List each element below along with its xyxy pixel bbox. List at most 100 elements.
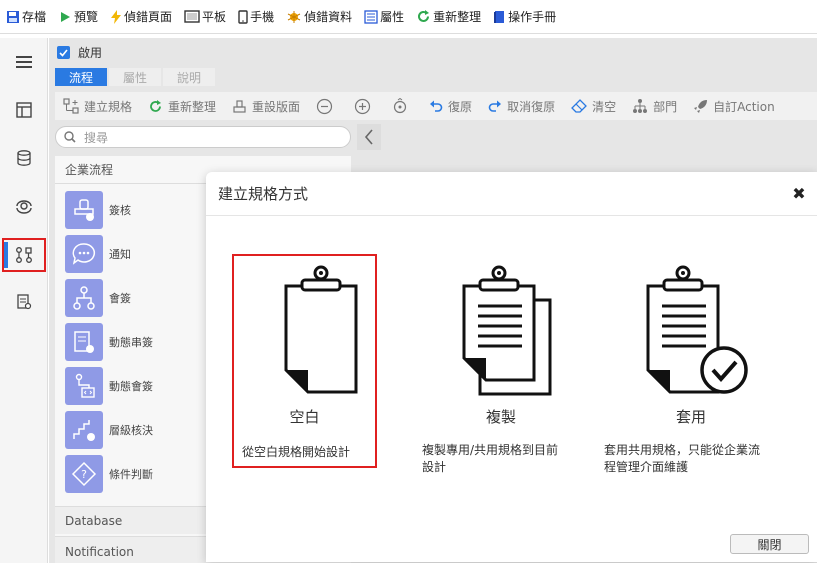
- reset-layout-label: 重設版面: [252, 99, 301, 114]
- flow-icon: [16, 247, 32, 263]
- undo-button[interactable]: 復原: [429, 98, 472, 115]
- search-icon: [64, 131, 76, 143]
- properties-button[interactable]: 屬性: [364, 8, 404, 25]
- option-blank-title: 空白: [289, 408, 320, 426]
- option-copy-desc-line: 設計: [422, 460, 447, 474]
- properties-icon: [364, 9, 378, 24]
- tab-help[interactable]: 說明: [163, 68, 215, 86]
- rail-menu-button[interactable]: [0, 42, 48, 82]
- rail-report-button[interactable]: [0, 282, 48, 322]
- department-label: 部門: [653, 99, 678, 114]
- department-button[interactable]: 部門: [632, 98, 677, 115]
- palette-item-notify[interactable]: 通知: [65, 234, 131, 274]
- clear-label: 清空: [592, 99, 617, 114]
- rail-layout-button[interactable]: [0, 90, 48, 130]
- debug-data-button[interactable]: 偵錯資料: [286, 8, 352, 25]
- left-rail: [0, 38, 48, 563]
- rail-eye-button[interactable]: [0, 186, 48, 226]
- palette-item-label: 通知: [109, 248, 131, 261]
- zoom-in-button[interactable]: [354, 98, 376, 115]
- manual-label: 操作手冊: [508, 10, 557, 24]
- option-copy-desc-line: 複製專用/共用規格到目前: [422, 443, 559, 457]
- option-apply-desc-line: 套用共用規格，只能從企業流: [604, 443, 761, 457]
- refresh-icon: [418, 10, 430, 22]
- play-icon: [61, 11, 71, 22]
- option-copy-title: 複製: [485, 408, 516, 426]
- debug-page-button[interactable]: 偵錯頁面: [110, 8, 172, 25]
- palette-item-approve[interactable]: 簽核: [65, 190, 131, 230]
- clear-button[interactable]: 清空: [571, 98, 616, 115]
- menu-icon: [16, 56, 32, 68]
- phone-button[interactable]: 手機: [238, 8, 274, 25]
- bug-icon: [287, 10, 301, 23]
- blank-clipboard-icon[interactable]: [278, 264, 364, 396]
- debug-page-label: 偵錯頁面: [124, 10, 173, 24]
- palette-item-label: 層級核決: [109, 424, 153, 437]
- create-spec-icon: [63, 98, 79, 114]
- manual-button[interactable]: 操作手冊: [493, 8, 556, 25]
- save-button[interactable]: 存檔: [6, 8, 46, 25]
- close-icon[interactable]: ✖: [791, 184, 807, 203]
- option-blank-desc-line: 從空白規格開始設計: [242, 445, 351, 459]
- zoom-out-button[interactable]: [316, 98, 338, 115]
- custom-action-label: 自訂Action: [713, 99, 775, 114]
- create-spec-dialog: 建立規格方式 ✖ 空白 從空白規格開始設計 複製 複製專用/共用規格到目前設計: [206, 172, 817, 562]
- enable-label: 啟用: [78, 46, 103, 60]
- tablet-icon: [184, 10, 200, 23]
- tab-properties[interactable]: 屬性: [109, 68, 161, 86]
- eye-icon: [16, 200, 32, 214]
- properties-label: 屬性: [380, 10, 405, 24]
- option-blank-desc: 從空白規格開始設計: [242, 444, 377, 461]
- option-apply-desc: 套用共用規格，只能從企業流 程管理介面維護: [604, 442, 794, 476]
- tablet-button[interactable]: 平板: [184, 8, 226, 25]
- zoom-out-icon: [316, 98, 333, 114]
- create-spec-label: 建立規格: [84, 99, 133, 114]
- option-apply-desc-line: 程管理介面維護: [604, 460, 689, 474]
- chevron-left-icon: [364, 129, 373, 145]
- palette-group-title: Notification: [65, 545, 134, 559]
- palette-item-label: 簽核: [109, 204, 131, 217]
- redo-button[interactable]: 取消復原: [488, 98, 555, 115]
- enable-checkbox[interactable]: [57, 46, 70, 59]
- document-flow-icon: [65, 323, 103, 361]
- reset-layout-button[interactable]: 重設版面: [232, 98, 300, 115]
- palette-item-level-approval[interactable]: 層級核決: [65, 410, 153, 450]
- palette-item-dynamic-serial[interactable]: 動態串簽: [65, 322, 153, 362]
- refresh-button[interactable]: 重新整理: [416, 8, 481, 25]
- reset-layout-icon: [233, 99, 246, 113]
- custom-action-button[interactable]: 自訂Action: [693, 98, 775, 115]
- palette-item-dynamic-cosign[interactable]: 動態會簽: [65, 366, 153, 406]
- designer-tabs: 流程 屬性 說明: [55, 68, 217, 86]
- zoom-in-icon: [354, 98, 371, 114]
- close-button[interactable]: 關閉: [730, 534, 809, 554]
- fit-button[interactable]: [392, 98, 413, 114]
- eraser-icon: [571, 99, 587, 113]
- apply-clipboard-icon[interactable]: [644, 264, 750, 396]
- redo-label: 取消復原: [507, 99, 556, 114]
- create-spec-button[interactable]: 建立規格: [63, 98, 132, 115]
- rail-database-button[interactable]: [0, 138, 48, 178]
- collapse-palette-button[interactable]: [357, 124, 381, 150]
- tab-flow[interactable]: 流程: [55, 68, 107, 86]
- palette-item-label: 動態串簽: [109, 336, 153, 349]
- decision-diamond-icon: ?: [65, 455, 103, 493]
- palette-item-cosign[interactable]: 會簽: [65, 278, 131, 318]
- preview-button[interactable]: 預覽: [58, 8, 98, 25]
- designer-refresh-button[interactable]: 重新整理: [148, 98, 216, 115]
- preview-label: 預覽: [74, 10, 99, 24]
- stairs-icon: [65, 411, 103, 449]
- dialog-header: 建立規格方式 ✖: [206, 172, 817, 216]
- enable-row[interactable]: 啟用: [57, 44, 102, 61]
- palette-item-label: 條件判斷: [109, 468, 153, 481]
- database-icon: [17, 150, 31, 166]
- palette-item-condition[interactable]: ? 條件判斷: [65, 454, 153, 494]
- undo-label: 復原: [448, 99, 473, 114]
- search-placeholder: 搜尋: [84, 130, 109, 145]
- copy-clipboard-icon[interactable]: [460, 264, 552, 396]
- report-icon: [17, 294, 32, 310]
- palette-search-input[interactable]: 搜尋: [55, 126, 351, 148]
- refresh-icon: [150, 99, 162, 112]
- lightning-icon: [111, 9, 122, 24]
- palette-item-label: 會簽: [109, 292, 131, 305]
- rail-flow-button[interactable]: [2, 238, 46, 272]
